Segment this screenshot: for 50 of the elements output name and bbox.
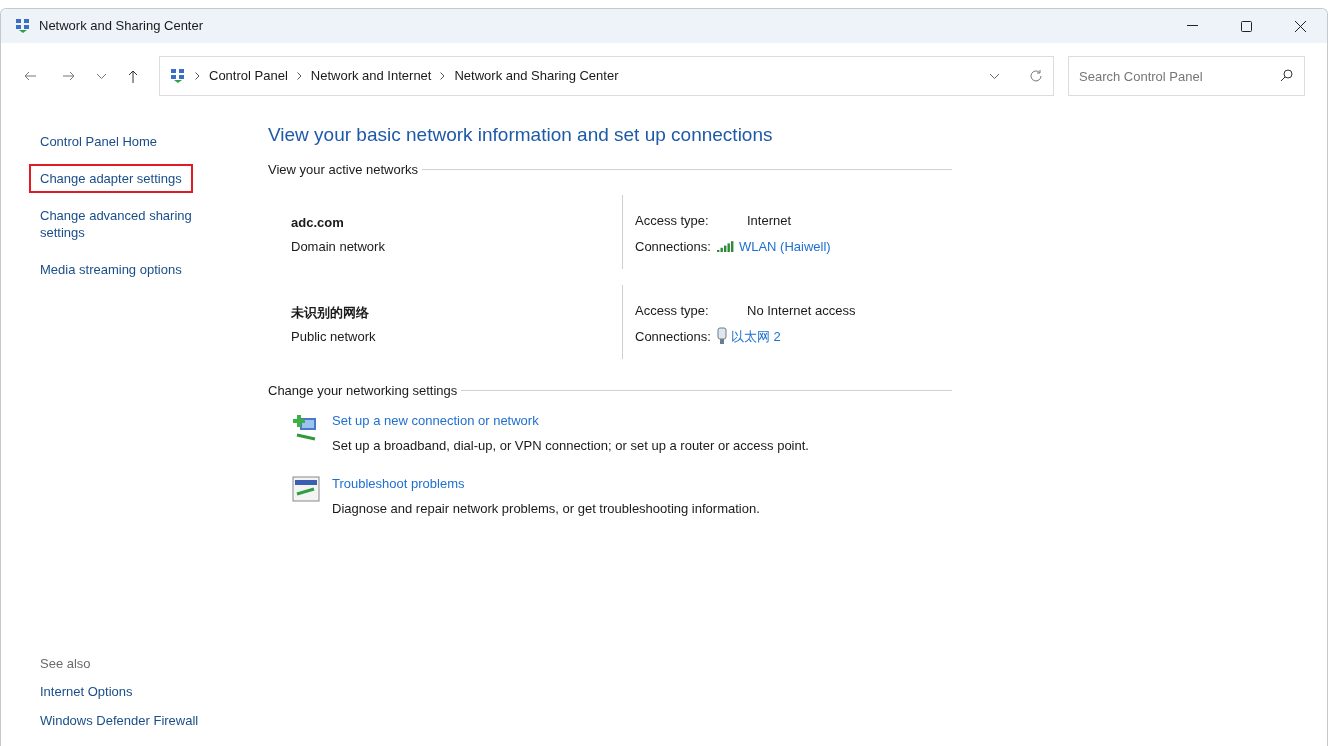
network-category: Public network [291,327,377,346]
forward-arrow-icon [61,70,75,82]
ethernet-plug-icon [716,327,727,346]
breadcrumb[interactable]: Control Panel [209,66,288,86]
connection-link[interactable]: 以太网 2 [730,326,781,346]
access-type-value: No Internet access [747,302,856,320]
chevron-right-icon [440,72,446,80]
access-type-value: Internet [747,212,792,230]
task-link[interactable]: Set up a new connection or network [332,410,809,430]
task-description: Set up a broadband, dial-up, or VPN connection; or set up a router or access point. [332,437,809,455]
sidebar-link[interactable]: Media streaming options [29,255,193,284]
network-icon [170,68,186,84]
address-bar[interactable]: Control Panel Network and Internet Network and Sharing Center [159,56,1054,96]
sidebar-link[interactable]: Change advanced sharing settings [29,201,220,247]
connections-label: Connections: [635,327,711,346]
search-field[interactable]: Search Control Panel [1068,56,1305,96]
section-heading: View your active networks [268,160,419,179]
window-title: Network and Sharing Center [39,17,204,36]
signal-bars-icon [716,240,735,253]
connection-link[interactable]: WLAN (Haiwell) [738,236,831,256]
close-icon [1294,20,1306,32]
network-name: 未识别的网络 [291,304,370,322]
up-arrow-icon [127,69,139,83]
see-also-link[interactable]: Internet Options [40,682,220,702]
network-category: Domain network [291,237,386,256]
breadcrumb[interactable]: Network and Sharing Center [454,66,619,86]
page-heading: View your basic network information and set up connections [268,123,774,147]
access-type-label: Access type: [635,302,710,320]
access-type-label: Access type: [635,212,710,230]
minimize-icon [1186,25,1198,27]
refresh-icon [1029,69,1043,83]
chevron-right-icon [296,72,302,80]
connections-label: Connections: [635,237,711,256]
network-icon [15,18,31,34]
chevron-right-icon [195,72,200,80]
sidebar-link[interactable]: Change adapter settings [29,164,193,193]
back-arrow-icon [23,70,37,82]
chevron-down-icon [96,73,106,79]
see-also-heading: See also [40,654,92,673]
section-heading: Change your networking settings [268,382,458,400]
task-description: Diagnose and repair network problems, or get troubleshooting information. [332,500,760,518]
see-also-link[interactable]: Windows Defender Firewall [40,710,220,730]
maximize-icon [1240,20,1252,32]
chevron-down-icon [990,73,999,79]
search-icon [1280,69,1293,82]
network-name: adc.com [291,214,345,232]
troubleshoot-icon [292,475,320,502]
sidebar-link[interactable]: Control Panel Home [29,127,169,156]
breadcrumb[interactable]: Network and Internet [310,66,432,86]
task-link[interactable]: Troubleshoot problems [332,473,760,493]
